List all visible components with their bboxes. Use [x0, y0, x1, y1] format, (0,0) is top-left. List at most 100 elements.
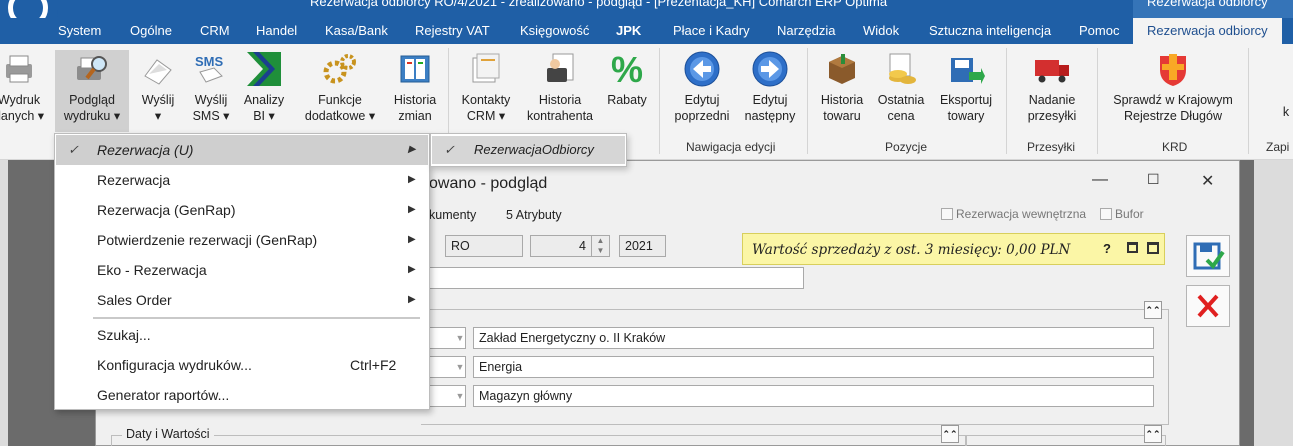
product-box-icon [823, 50, 861, 88]
group-pozycje: Pozycje [885, 140, 928, 154]
maximize-icon[interactable] [1147, 242, 1159, 254]
wydruk-danych-button[interactable]: Wydruk danych ▾ [0, 50, 46, 132]
historia-kontrahenta-button[interactable]: Historia kontrahenta [523, 50, 597, 132]
print-preview-menu: ✓ Rezerwacja (U) ▶ Rezerwacja ▶ Rezerwac… [54, 133, 430, 410]
doc-type-field[interactable]: RO [445, 235, 523, 257]
eksportuj-towary-button[interactable]: Eksportuj towary [934, 50, 998, 132]
menu-item-konfiguracja-wydrukow[interactable]: Konfiguracja wydruków... Ctrl+F2 [56, 350, 428, 380]
contacts-icon [467, 50, 505, 88]
sprawdz-krd-button[interactable]: Sprawdź w Krajowym Rejestrze Długów [1107, 50, 1239, 132]
wyslij-button[interactable]: Wyślij ▾ [133, 50, 183, 132]
dates-section-frame [111, 435, 966, 446]
tab-crm[interactable]: CRM [200, 18, 230, 44]
ribbon-tab-row: System Ogólne CRM Handel Kasa/Bank Rejes… [0, 18, 1293, 44]
ostatnia-cena-button[interactable]: Ostatnia cena [874, 50, 928, 132]
send-mail-icon [139, 50, 177, 88]
group-zapisz: Zapi [1266, 140, 1290, 154]
group-nawigacja-edycji: Nawigacja edycji [686, 140, 776, 154]
restore-icon[interactable] [1127, 242, 1138, 253]
doc-number-field[interactable]: 4 [530, 235, 592, 257]
chevron-down-icon[interactable]: ▼ [452, 356, 468, 378]
number-spinner[interactable]: ▲ ▼ [592, 235, 610, 257]
bi-chevron-icon [245, 50, 283, 88]
help-icon[interactable]: ? [1103, 241, 1111, 256]
printer-icon [0, 50, 38, 88]
menu-item-eko-rezerwacja[interactable]: Eko - Rezerwacja ▶ [56, 255, 428, 285]
percent-icon: % [608, 49, 646, 90]
contractor-name-field[interactable]: Zakład Energetyczny o. II Kraków [473, 327, 1154, 349]
maximize-button[interactable]: ☐ [1147, 171, 1160, 188]
podglad-wydruku-button[interactable]: Podgląd wydruku ▾ [55, 50, 129, 132]
edytuj-nastepny-button[interactable]: Edytuj następny [740, 50, 800, 132]
historia-zmian-button[interactable]: Historia zmian [389, 50, 441, 132]
export-disk-icon [947, 50, 985, 88]
chevron-down-icon[interactable]: ▼ [452, 385, 468, 407]
doc-year-field[interactable]: 2021 [619, 235, 666, 257]
analizy-bi-button[interactable]: Analizy BI ▾ [240, 50, 288, 132]
tab-kasa-bank[interactable]: Kasa/Bank [325, 18, 388, 44]
tab-sztuczna-inteligencja[interactable]: Sztuczna inteligencja [929, 18, 1051, 44]
menu-item-sales-order[interactable]: Sales Order ▶ [56, 285, 428, 315]
group-krd: KRD [1162, 140, 1188, 154]
print-preview-icon [73, 50, 111, 88]
checkbox-box [941, 208, 953, 220]
tab-system[interactable]: System [58, 18, 101, 44]
menu-item-rezerwacja[interactable]: Rezerwacja ▶ [56, 165, 428, 195]
tab-place-kadry[interactable]: Płace i Kadry [673, 18, 750, 44]
tab-atrybuty[interactable]: 5 Atrybuty [506, 208, 562, 222]
dates-section-label: Daty i Wartości [122, 427, 214, 441]
submenu-arrow-icon: ▶ [408, 204, 416, 215]
cancel-button[interactable] [1186, 285, 1230, 327]
rabaty-button[interactable]: % Rabaty [603, 49, 651, 132]
menu-item-potwierdzenie-rezerwacji[interactable]: Potwierdzenie rezerwacji (GenRap) ▶ [56, 225, 428, 255]
close-button[interactable]: ✕ [1201, 171, 1214, 191]
tab-widok[interactable]: Widok [863, 18, 899, 44]
kontakty-crm-button[interactable]: Kontakty CRM ▾ [457, 50, 515, 132]
tab-narzedzia[interactable]: Narzędzia [777, 18, 836, 44]
collapse-contractor-button[interactable]: ⌃⌃ [1144, 301, 1162, 319]
submenu-item-rezerwacja-odbiorcy[interactable]: ✓ RezerwacjaOdbiorcy [432, 136, 625, 164]
menu-separator [93, 317, 420, 319]
chevron-down-icon[interactable]: ▼ [452, 327, 468, 349]
cancel-x-icon [1197, 294, 1219, 318]
ribbon-separator [807, 48, 808, 154]
values-section-frame [966, 435, 1166, 446]
description-field[interactable] [421, 267, 804, 289]
menu-item-szukaj[interactable]: Szukaj... [56, 320, 428, 350]
save-disk-icon [1193, 242, 1225, 270]
menu-item-generator-raportow[interactable]: Generator raportów... [56, 380, 428, 410]
truncated-button[interactable]: k [1278, 104, 1293, 128]
bufor-checkbox[interactable]: Bufor [1100, 207, 1144, 221]
edytuj-poprzedni-button[interactable]: Edytuj poprzedni [670, 50, 734, 132]
minimize-button[interactable]: — [1092, 171, 1108, 189]
tab-jpk[interactable]: JPK [616, 18, 641, 44]
category-field[interactable]: Energia [473, 356, 1154, 378]
tab-rezerwacja-odbiorcy[interactable]: Rezerwacja odbiorcy [1133, 18, 1282, 44]
ribbon-separator [1006, 48, 1007, 154]
tab-dokumenty[interactable]: kumenty [429, 208, 476, 222]
tab-pomoc[interactable]: Pomoc [1079, 18, 1119, 44]
warehouse-field[interactable]: Magazyn główny [473, 385, 1154, 407]
svg-text:%: % [611, 50, 643, 88]
submenu-arrow-icon: ▶ [408, 144, 416, 155]
rezerwacja-wewnetrzna-checkbox[interactable]: Rezerwacja wewnętrzna [941, 207, 1086, 221]
collapse-dates-button[interactable]: ⌃⌃ [941, 425, 959, 443]
arrow-right-circle-icon [751, 50, 789, 88]
menu-item-rezerwacja-genrap[interactable]: Rezerwacja (GenRap) ▶ [56, 195, 428, 225]
tab-rejestry-vat[interactable]: Rejestry VAT [415, 18, 490, 44]
group-przesylki: Przesyłki [1027, 140, 1076, 154]
check-icon: ✓ [68, 142, 79, 157]
tab-ogolne[interactable]: Ogólne [130, 18, 172, 44]
nadanie-przesylki-button[interactable]: Nadanie przesyłki [1019, 50, 1085, 132]
menu-item-rezerwacja-u[interactable]: ✓ Rezerwacja (U) ▶ [56, 135, 428, 165]
historia-towaru-button[interactable]: Historia towaru [815, 50, 869, 132]
funkcje-dodatkowe-button[interactable]: Funkcje dodatkowe ▾ [299, 50, 381, 132]
wyslij-sms-button[interactable]: SMS Wyślij SMS ▾ [186, 50, 236, 132]
submenu-arrow-icon: ▶ [408, 174, 416, 185]
tab-handel[interactable]: Handel [256, 18, 297, 44]
context-tab-header: Rezerwacja odbiorcy [1133, 0, 1293, 18]
collapse-values-button[interactable]: ⌃⌃ [1144, 425, 1162, 443]
submenu-arrow-icon: ▶ [408, 264, 416, 275]
save-button[interactable] [1186, 235, 1230, 277]
tab-ksiegowosc[interactable]: Księgowość [520, 18, 589, 44]
